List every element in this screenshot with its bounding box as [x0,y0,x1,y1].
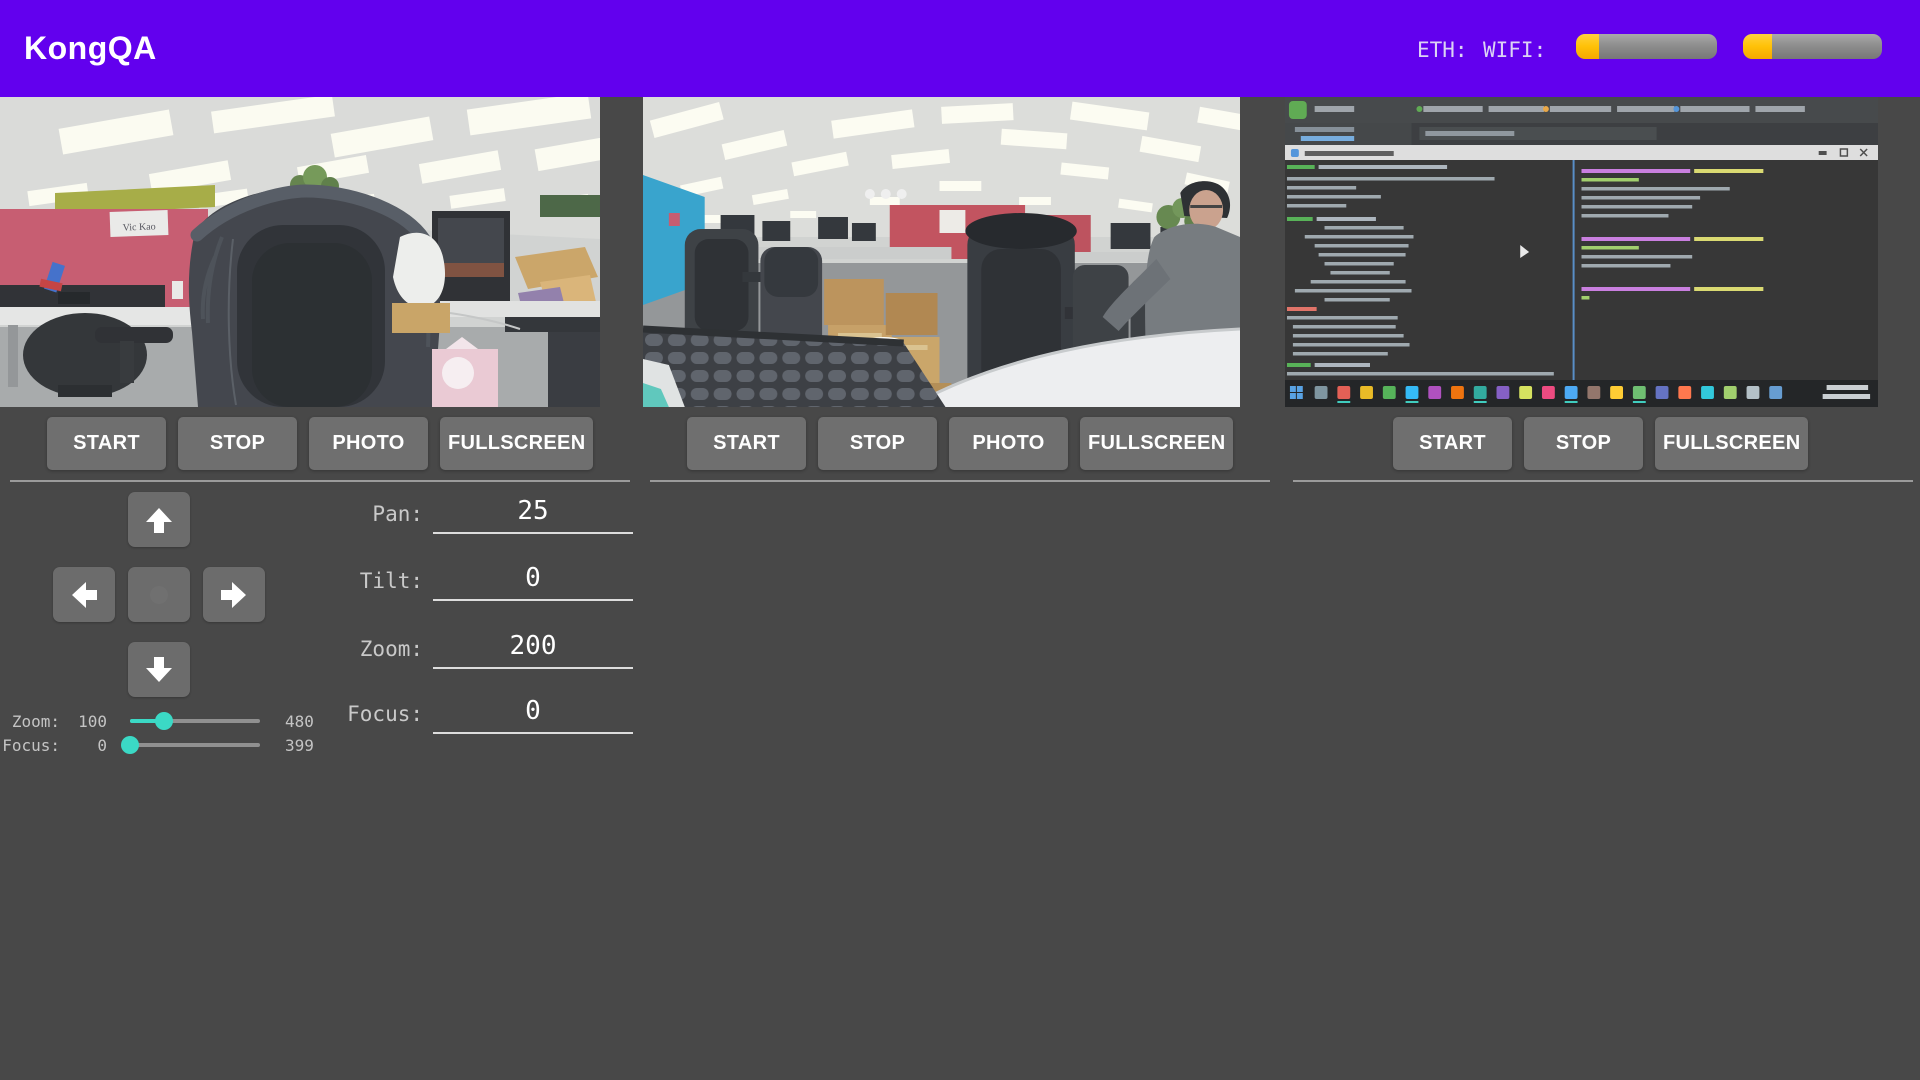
pan-tilt-right-button[interactable] [203,567,265,622]
focus-slider-label: Focus: [0,736,60,755]
pan-field-row: Pan: 25 [293,496,633,534]
arrow-down-icon [144,655,174,685]
eth-signal-bar [1576,34,1717,59]
wifi-signal-bar [1743,34,1882,59]
camera-1-fullscreen-button[interactable]: FULLSCREEN [440,417,593,470]
camera-3-stop-button[interactable]: STOP [1524,417,1643,470]
pan-tilt-up-button[interactable] [128,492,190,547]
focus-slider-track[interactable] [130,743,260,747]
app-title: KongQA [24,30,157,67]
pan-label: Pan: [293,502,423,534]
tilt-input[interactable]: 0 [433,563,633,601]
zoom-label: Zoom: [293,637,423,669]
focus-slider-min: 0 [62,736,107,755]
zoom-slider-label: Zoom: [0,712,60,731]
camera-3-feed [1285,97,1878,407]
zoom-field-row: Zoom: 200 [293,631,633,669]
pan-input[interactable]: 25 [433,496,633,534]
pan-tilt-left-button[interactable] [53,567,115,622]
camera-1-scene: Vic Kao [0,97,600,407]
camera-2-photo-button[interactable]: PHOTO [949,417,1068,470]
wifi-signal-bar-fill [1743,34,1772,59]
panel-2-divider [650,480,1270,482]
tilt-label: Tilt: [293,569,423,601]
pan-tilt-center-button[interactable] [128,567,190,622]
tilt-field-row: Tilt: 0 [293,563,633,601]
slider-focus [130,736,260,754]
focus-field-row: Focus: 0 [293,696,633,734]
camera-2-scene [643,97,1240,407]
camera-2-stop-button[interactable]: STOP [818,417,937,470]
camera-1-feed: Vic Kao [0,97,600,407]
arrow-up-icon [144,505,174,535]
camera-1-start-button[interactable]: START [47,417,166,470]
camera-2-feed [643,97,1240,407]
focus-slider-thumb[interactable] [121,736,139,754]
slider-zoom [130,712,260,730]
focus-input[interactable]: 0 [433,696,633,734]
panel-3-divider [1293,480,1913,482]
arrow-right-icon [219,580,249,610]
camera-1-stop-button[interactable]: STOP [178,417,297,470]
panel-1-divider [10,480,630,482]
zoom-slider-max: 480 [285,712,330,731]
eth-signal-bar-fill [1576,34,1599,59]
zoom-slider-min: 100 [62,712,107,731]
zoom-slider-thumb[interactable] [155,712,173,730]
camera-3-start-button[interactable]: START [1393,417,1512,470]
camera-1-button-row: START STOP PHOTO FULLSCREEN [47,417,593,470]
pan-tilt-down-button[interactable] [128,642,190,697]
arrow-left-icon [69,580,99,610]
eth-label: ETH: [1417,38,1468,62]
camera-3-scene [1285,97,1878,407]
app-bar: KongQA ETH: WIFI: [0,0,1920,97]
camera-3-button-row: START STOP FULLSCREEN [1393,417,1808,470]
home-icon [144,580,174,610]
camera-2-start-button[interactable]: START [687,417,806,470]
zoom-input[interactable]: 200 [433,631,633,669]
kongqa-app: KongQA ETH: WIFI: [0,0,1920,1080]
camera-2-button-row: START STOP PHOTO FULLSCREEN [687,417,1233,470]
wifi-label: WIFI: [1483,38,1546,62]
focus-slider-max: 399 [285,736,330,755]
camera-1-photo-button[interactable]: PHOTO [309,417,428,470]
camera-3-fullscreen-button[interactable]: FULLSCREEN [1655,417,1808,470]
camera-2-fullscreen-button[interactable]: FULLSCREEN [1080,417,1233,470]
